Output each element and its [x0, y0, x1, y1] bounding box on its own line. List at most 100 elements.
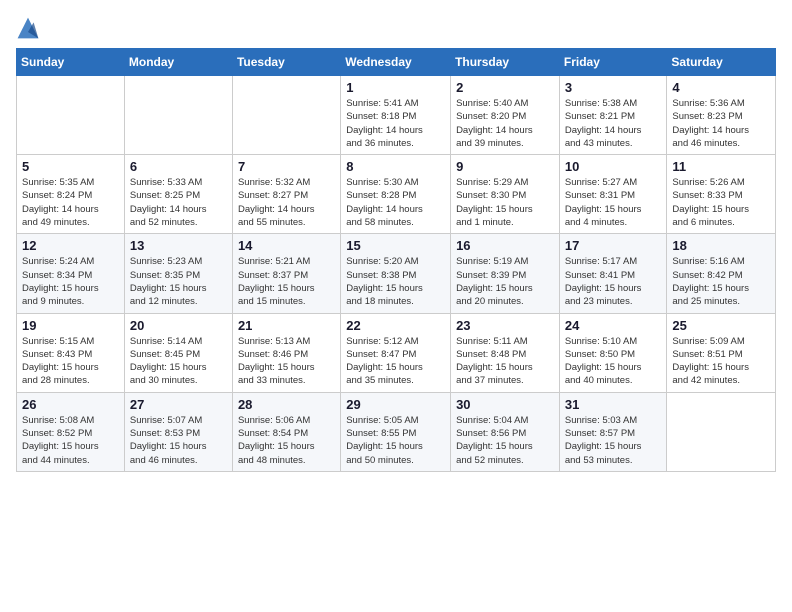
day-number: 12	[22, 238, 119, 253]
calendar-week-1: 1 Sunrise: 5:41 AM Sunset: 8:18 PM Daylig…	[17, 76, 776, 155]
day-number: 25	[672, 318, 770, 333]
day-number: 9	[456, 159, 554, 174]
day-number: 16	[456, 238, 554, 253]
day-number: 11	[672, 159, 770, 174]
calendar-cell	[124, 76, 232, 155]
day-info: Sunrise: 5:30 AM Sunset: 8:28 PM Dayligh…	[346, 176, 445, 229]
calendar-cell: 6 Sunrise: 5:33 AM Sunset: 8:25 PM Daylig…	[124, 155, 232, 234]
day-number: 3	[565, 80, 662, 95]
day-number: 7	[238, 159, 335, 174]
calendar-cell: 17 Sunrise: 5:17 AM Sunset: 8:41 PM Dayli…	[559, 234, 667, 313]
day-info: Sunrise: 5:40 AM Sunset: 8:20 PM Dayligh…	[456, 97, 554, 150]
calendar-week-2: 5 Sunrise: 5:35 AM Sunset: 8:24 PM Daylig…	[17, 155, 776, 234]
day-number: 5	[22, 159, 119, 174]
day-info: Sunrise: 5:26 AM Sunset: 8:33 PM Dayligh…	[672, 176, 770, 229]
day-number: 14	[238, 238, 335, 253]
day-number: 20	[130, 318, 227, 333]
day-number: 2	[456, 80, 554, 95]
day-number: 27	[130, 397, 227, 412]
day-number: 4	[672, 80, 770, 95]
day-number: 30	[456, 397, 554, 412]
day-header-tuesday: Tuesday	[232, 49, 340, 76]
day-header-thursday: Thursday	[451, 49, 560, 76]
day-number: 8	[346, 159, 445, 174]
day-info: Sunrise: 5:41 AM Sunset: 8:18 PM Dayligh…	[346, 97, 445, 150]
day-info: Sunrise: 5:16 AM Sunset: 8:42 PM Dayligh…	[672, 255, 770, 308]
calendar-cell	[232, 76, 340, 155]
logo-icon	[16, 16, 40, 40]
day-number: 19	[22, 318, 119, 333]
calendar-cell: 23 Sunrise: 5:11 AM Sunset: 8:48 PM Dayli…	[451, 313, 560, 392]
day-number: 1	[346, 80, 445, 95]
calendar-cell: 29Sunrise: 5:05 AM Sunset: 8:55 PM Dayli…	[341, 392, 451, 471]
calendar-week-4: 19 Sunrise: 5:15 AM Sunset: 8:43 PM Dayli…	[17, 313, 776, 392]
day-info: Sunrise: 5:08 AM Sunset: 8:52 PM Dayligh…	[22, 414, 119, 467]
day-number: 24	[565, 318, 662, 333]
day-info: Sunrise: 5:23 AM Sunset: 8:35 PM Dayligh…	[130, 255, 227, 308]
calendar-cell: 30Sunrise: 5:04 AM Sunset: 8:56 PM Dayli…	[451, 392, 560, 471]
day-info: Sunrise: 5:24 AM Sunset: 8:34 PM Dayligh…	[22, 255, 119, 308]
calendar-cell: 4 Sunrise: 5:36 AM Sunset: 8:23 PM Daylig…	[667, 76, 776, 155]
day-number: 29	[346, 397, 445, 412]
day-header-friday: Friday	[559, 49, 667, 76]
calendar-cell: 26 Sunrise: 5:08 AM Sunset: 8:52 PM Dayli…	[17, 392, 125, 471]
calendar-cell: 3 Sunrise: 5:38 AM Sunset: 8:21 PM Daylig…	[559, 76, 667, 155]
calendar-cell: 2 Sunrise: 5:40 AM Sunset: 8:20 PM Daylig…	[451, 76, 560, 155]
day-number: 28	[238, 397, 335, 412]
calendar-cell: 25 Sunrise: 5:09 AM Sunset: 8:51 PM Dayli…	[667, 313, 776, 392]
day-info: Sunrise: 5:11 AM Sunset: 8:48 PM Dayligh…	[456, 335, 554, 388]
calendar-cell: 5 Sunrise: 5:35 AM Sunset: 8:24 PM Daylig…	[17, 155, 125, 234]
day-header-sunday: Sunday	[17, 49, 125, 76]
calendar-cell: 15 Sunrise: 5:20 AM Sunset: 8:38 PM Dayli…	[341, 234, 451, 313]
calendar-cell: 22Sunrise: 5:12 AM Sunset: 8:47 PM Dayli…	[341, 313, 451, 392]
calendar-cell	[17, 76, 125, 155]
day-number: 15	[346, 238, 445, 253]
calendar-cell: 10 Sunrise: 5:27 AM Sunset: 8:31 PM Dayli…	[559, 155, 667, 234]
day-info: Sunrise: 5:32 AM Sunset: 8:27 PM Dayligh…	[238, 176, 335, 229]
calendar-cell: 7 Sunrise: 5:32 AM Sunset: 8:27 PM Daylig…	[232, 155, 340, 234]
calendar-cell: 14Sunrise: 5:21 AM Sunset: 8:37 PM Dayli…	[232, 234, 340, 313]
calendar-cell: 11 Sunrise: 5:26 AM Sunset: 8:33 PM Dayli…	[667, 155, 776, 234]
day-header-wednesday: Wednesday	[341, 49, 451, 76]
day-number: 21	[238, 318, 335, 333]
day-info: Sunrise: 5:14 AM Sunset: 8:45 PM Dayligh…	[130, 335, 227, 388]
day-info: Sunrise: 5:12 AM Sunset: 8:47 PM Dayligh…	[346, 335, 445, 388]
day-number: 23	[456, 318, 554, 333]
calendar-table: SundayMondayTuesdayWednesdayThursdayFrid…	[16, 48, 776, 472]
day-number: 26	[22, 397, 119, 412]
day-info: Sunrise: 5:09 AM Sunset: 8:51 PM Dayligh…	[672, 335, 770, 388]
calendar-cell: 24Sunrise: 5:10 AM Sunset: 8:50 PM Dayli…	[559, 313, 667, 392]
day-info: Sunrise: 5:06 AM Sunset: 8:54 PM Dayligh…	[238, 414, 335, 467]
day-info: Sunrise: 5:07 AM Sunset: 8:53 PM Dayligh…	[130, 414, 227, 467]
logo	[16, 16, 44, 40]
day-number: 18	[672, 238, 770, 253]
calendar-cell	[667, 392, 776, 471]
day-info: Sunrise: 5:27 AM Sunset: 8:31 PM Dayligh…	[565, 176, 662, 229]
day-info: Sunrise: 5:17 AM Sunset: 8:41 PM Dayligh…	[565, 255, 662, 308]
day-info: Sunrise: 5:35 AM Sunset: 8:24 PM Dayligh…	[22, 176, 119, 229]
day-info: Sunrise: 5:36 AM Sunset: 8:23 PM Dayligh…	[672, 97, 770, 150]
calendar-cell: 13Sunrise: 5:23 AM Sunset: 8:35 PM Dayli…	[124, 234, 232, 313]
calendar-cell: 21 Sunrise: 5:13 AM Sunset: 8:46 PM Dayli…	[232, 313, 340, 392]
calendar-cell: 28 Sunrise: 5:06 AM Sunset: 8:54 PM Dayli…	[232, 392, 340, 471]
page-header	[16, 16, 776, 40]
day-number: 17	[565, 238, 662, 253]
calendar-cell: 18 Sunrise: 5:16 AM Sunset: 8:42 PM Dayli…	[667, 234, 776, 313]
day-number: 6	[130, 159, 227, 174]
day-info: Sunrise: 5:13 AM Sunset: 8:46 PM Dayligh…	[238, 335, 335, 388]
calendar-cell: 20 Sunrise: 5:14 AM Sunset: 8:45 PM Dayli…	[124, 313, 232, 392]
calendar-week-5: 26 Sunrise: 5:08 AM Sunset: 8:52 PM Dayli…	[17, 392, 776, 471]
day-info: Sunrise: 5:15 AM Sunset: 8:43 PM Dayligh…	[22, 335, 119, 388]
day-header-monday: Monday	[124, 49, 232, 76]
day-info: Sunrise: 5:33 AM Sunset: 8:25 PM Dayligh…	[130, 176, 227, 229]
day-info: Sunrise: 5:20 AM Sunset: 8:38 PM Dayligh…	[346, 255, 445, 308]
day-number: 10	[565, 159, 662, 174]
day-header-saturday: Saturday	[667, 49, 776, 76]
day-info: Sunrise: 5:29 AM Sunset: 8:30 PM Dayligh…	[456, 176, 554, 229]
calendar-cell: 19 Sunrise: 5:15 AM Sunset: 8:43 PM Dayli…	[17, 313, 125, 392]
calendar-cell: 9 Sunrise: 5:29 AM Sunset: 8:30 PM Daylig…	[451, 155, 560, 234]
day-info: Sunrise: 5:38 AM Sunset: 8:21 PM Dayligh…	[565, 97, 662, 150]
calendar-cell: 16Sunrise: 5:19 AM Sunset: 8:39 PM Dayli…	[451, 234, 560, 313]
calendar-week-3: 12 Sunrise: 5:24 AM Sunset: 8:34 PM Dayli…	[17, 234, 776, 313]
calendar-cell: 27 Sunrise: 5:07 AM Sunset: 8:53 PM Dayli…	[124, 392, 232, 471]
